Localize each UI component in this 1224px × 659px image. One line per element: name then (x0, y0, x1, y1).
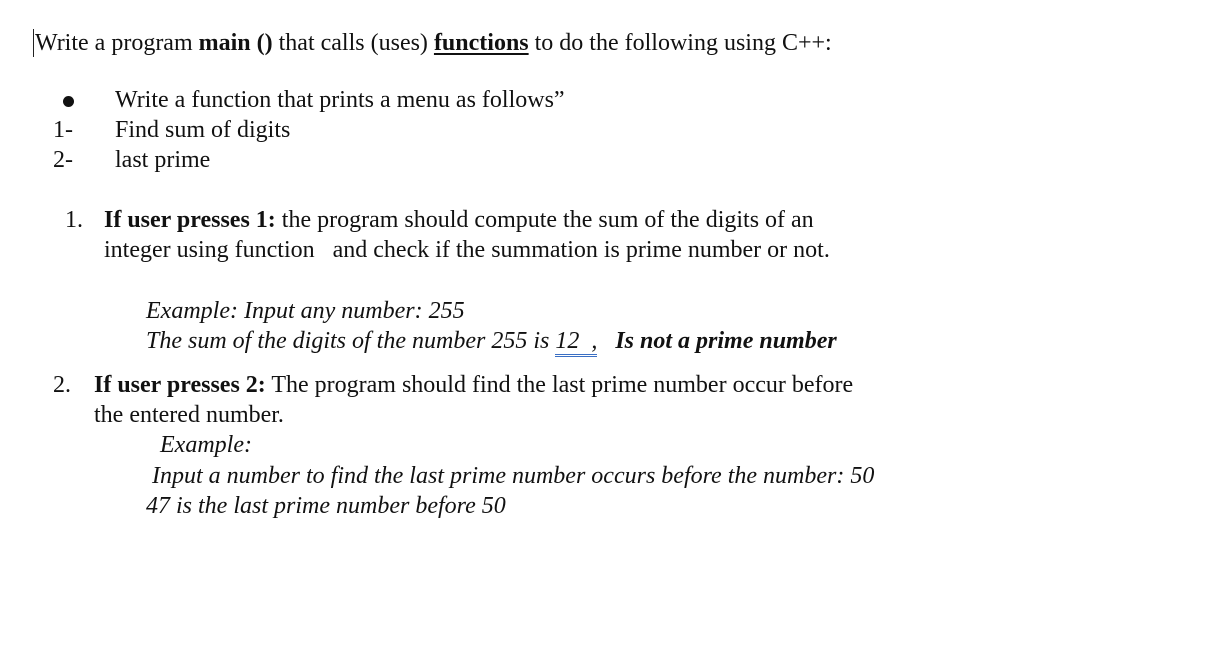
task-1-line-1: If user presses 1: the program should co… (104, 205, 814, 235)
task-2-example-output: 47 is the last prime number before 50 (146, 493, 506, 519)
example-text: The sum of the digits of the number 255 … (146, 328, 556, 354)
intro-text: Write a program (35, 30, 199, 56)
task-text: The program should find the last prime n… (265, 372, 854, 398)
menu-item-text: last prime (115, 147, 211, 173)
task-marker: 1. (65, 207, 83, 233)
task-heading: If user presses 2: (94, 372, 266, 398)
menu-item-marker: 1- (53, 117, 73, 143)
functions-keyword: functions (433, 30, 529, 56)
intro-text: that calls (uses) (272, 30, 434, 56)
task-text: the program should compute the sum of th… (275, 207, 814, 233)
task-1-example-output: The sum of the digits of the number 255 … (146, 326, 837, 357)
task-2-line-2: the entered number. (94, 402, 284, 428)
task-1-line-2: integer using function and check if the … (104, 237, 830, 263)
intro-paragraph: Write a program main () that calls (uses… (35, 28, 832, 58)
text-cursor (33, 29, 34, 57)
task-2-example-input: Input a number to find the last prime nu… (152, 463, 875, 489)
task-heading: If user presses 1: (104, 207, 276, 233)
menu-item-marker: 2- (53, 147, 73, 173)
example-result: Is not a prime number (615, 328, 837, 354)
intro-text: to do the following using C++: (528, 30, 832, 56)
main-keyword: main () (198, 30, 273, 56)
menu-item-text: Find sum of digits (115, 117, 291, 143)
menu-bullet-text: Write a function that prints a menu as f… (115, 87, 565, 113)
task-2-line-1: If user presses 2: The program should fi… (94, 370, 853, 400)
bullet-icon (63, 96, 74, 107)
example-sum-value: 12 , (555, 328, 598, 357)
task-marker: 2. (53, 372, 71, 398)
task-2-example-label: Example: (160, 432, 252, 458)
task-1-example-input: Example: Input any number: 255 (146, 298, 465, 324)
